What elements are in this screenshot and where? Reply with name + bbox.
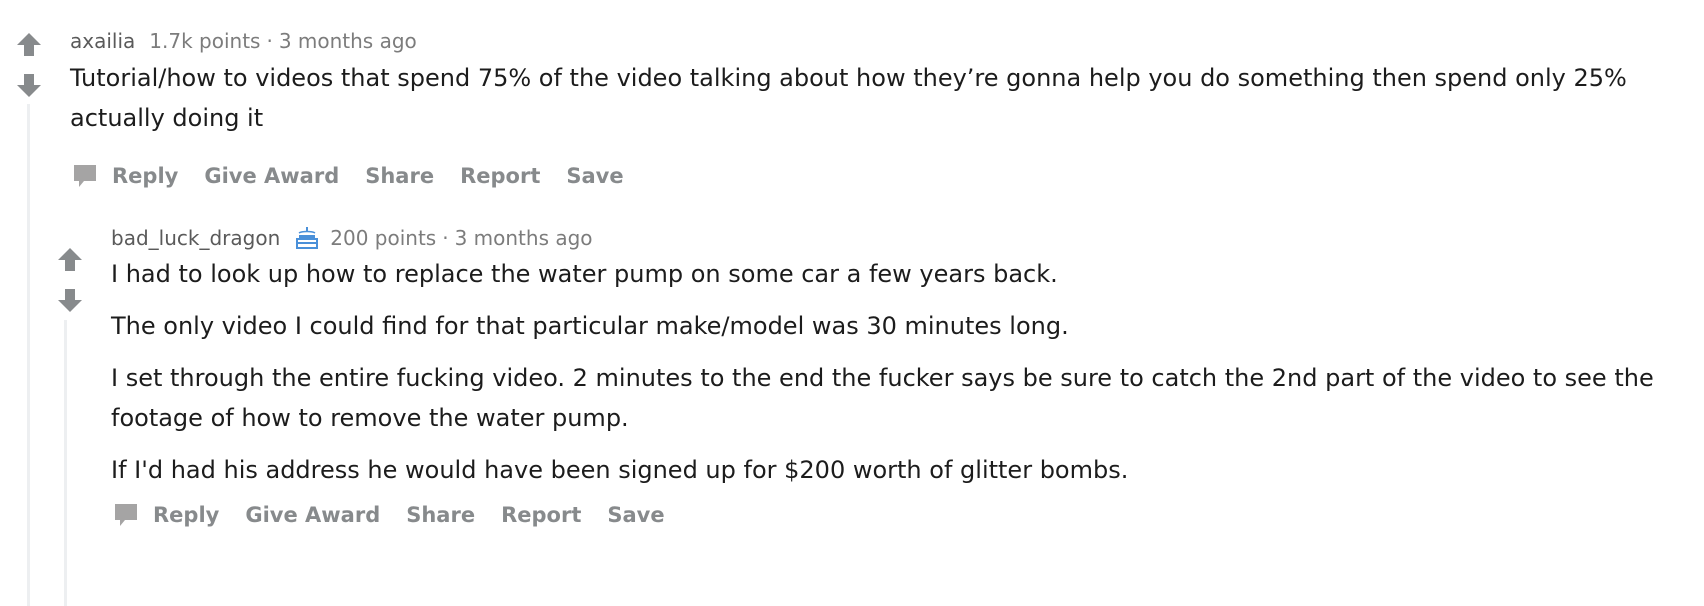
comment-body: Tutorial/how to videos that spend 75% of…: [70, 58, 1670, 150]
thread-line[interactable]: [64, 320, 67, 606]
comment-paragraph: If I'd had his address he would have bee…: [111, 456, 1129, 484]
comment-actions: Reply Give Award Share Report Save: [70, 161, 650, 191]
report-button[interactable]: Report: [501, 503, 581, 527]
comment-points: 1.7k points: [149, 29, 261, 53]
comment-time[interactable]: 3 months ago: [279, 29, 417, 53]
share-button[interactable]: Share: [365, 164, 434, 188]
give-award-button[interactable]: Give Award: [245, 503, 380, 527]
comment-paragraph: Tutorial/how to videos that spend 75% of…: [70, 64, 1627, 132]
meta-separator: ·: [266, 29, 273, 53]
comment-author[interactable]: bad_luck_dragon: [111, 226, 280, 250]
comment: axailia 1.7k points · 3 months ago Tutorial…: [0, 0, 1704, 606]
comment-points: 200 points: [330, 226, 437, 250]
comment-body: I had to look up how to replace the wate…: [111, 254, 1704, 502]
save-button[interactable]: Save: [566, 164, 623, 188]
comment-author[interactable]: axailia: [70, 29, 135, 53]
comment-time[interactable]: 3 months ago: [455, 226, 593, 250]
comment-meta: bad_luck_dragon 200 points · 3 months ago: [111, 225, 593, 251]
reply-label: Reply: [112, 164, 179, 188]
reply-speech-bubble-icon: [74, 165, 96, 187]
comment-paragraph: I had to look up how to replace the wate…: [111, 260, 1058, 288]
downvote-arrow-icon[interactable]: [14, 70, 44, 100]
cake-icon: [294, 225, 320, 251]
reply-comment: bad_luck_dragon 200 points · 3 months ago …: [42, 214, 1704, 606]
reply-button[interactable]: Reply: [70, 161, 178, 191]
report-button[interactable]: Report: [460, 164, 540, 188]
comment-meta: axailia 1.7k points · 3 months ago: [70, 28, 417, 54]
reply-speech-bubble-icon: [115, 504, 137, 526]
save-button[interactable]: Save: [607, 503, 664, 527]
thread-line[interactable]: [27, 104, 30, 606]
reply-button[interactable]: Reply: [111, 500, 219, 530]
comment-paragraph: I set through the entire fucking video. …: [111, 364, 1654, 432]
give-award-button[interactable]: Give Award: [204, 164, 339, 188]
comment-actions: Reply Give Award Share Report Save: [111, 500, 691, 530]
share-button[interactable]: Share: [406, 503, 475, 527]
comment-paragraph: The only video I could find for that par…: [111, 312, 1069, 340]
upvote-arrow-icon[interactable]: [14, 30, 44, 60]
upvote-arrow-icon[interactable]: [55, 245, 85, 275]
meta-separator: ·: [442, 226, 449, 250]
reply-label: Reply: [153, 503, 220, 527]
downvote-arrow-icon[interactable]: [55, 285, 85, 315]
